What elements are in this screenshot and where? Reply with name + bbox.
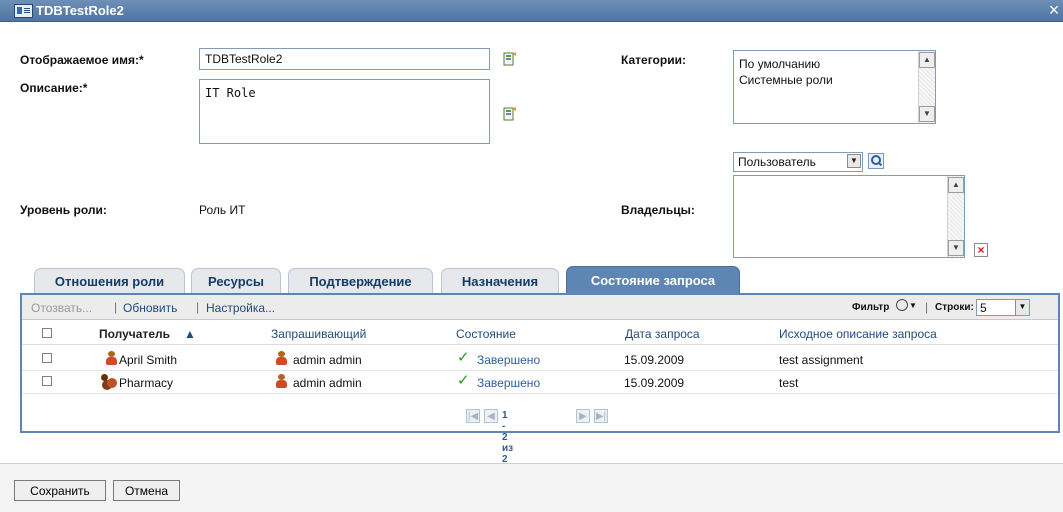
request-description: test <box>779 376 799 390</box>
category-item[interactable]: Системные роли <box>739 72 833 88</box>
tab-request-status[interactable]: Состояние запроса <box>566 266 740 293</box>
column-status[interactable]: Состояние <box>456 327 516 341</box>
request-date: 15.09.2009 <box>624 376 685 390</box>
group-icon <box>100 374 117 388</box>
requester-name: admin admin <box>293 376 362 390</box>
user-icon <box>276 351 287 365</box>
previous-page-icon[interactable]: ◀ <box>484 409 498 423</box>
role-icon <box>14 4 33 18</box>
request-date: 15.09.2009 <box>624 353 685 367</box>
status-link[interactable]: Завершено <box>477 353 540 367</box>
owner-type-select[interactable]: Пользователь ▼ <box>733 152 863 172</box>
categories-label: Категории: <box>621 53 686 67</box>
column-recipient[interactable]: Получатель <box>99 327 170 341</box>
categories-scrollbar[interactable]: ▲ ▼ <box>918 51 935 123</box>
chevron-down-icon[interactable]: ▼ <box>1015 300 1029 315</box>
localize-edit-icon[interactable] <box>503 51 517 67</box>
category-item[interactable]: По умолчанию <box>739 56 833 72</box>
tab-role-relationships[interactable]: Отношения роли <box>34 268 185 293</box>
chevron-down-icon[interactable]: ▼ <box>847 154 861 168</box>
toolbar-separator: | <box>114 300 118 314</box>
owners-list[interactable]: ▲ ▼ <box>733 175 965 258</box>
request-description: test assignment <box>779 353 864 367</box>
request-status-panel: Отозвать... | Обновить | Настройка... Фи… <box>20 293 1060 465</box>
search-icon[interactable] <box>868 153 884 169</box>
window-title: TDBTestRole2 <box>36 3 124 18</box>
filter-dropdown-icon[interactable]: ▼ <box>909 301 917 310</box>
user-icon <box>276 374 287 388</box>
role-level-label: Уровень роли: <box>20 203 107 217</box>
next-page-icon[interactable]: ▶ <box>576 409 590 423</box>
toolbar-separator: | <box>196 300 200 314</box>
first-page-icon[interactable]: |◀ <box>466 409 480 423</box>
filter-label: Фильтр <box>852 302 890 313</box>
owners-scrollbar[interactable]: ▲ ▼ <box>947 176 964 257</box>
column-original-description[interactable]: Исходное описание запроса <box>779 327 937 341</box>
settings-button[interactable]: Настройка... <box>206 301 275 315</box>
row-checkbox[interactable] <box>42 376 52 386</box>
owners-label: Владельцы: <box>621 203 695 217</box>
recipient-name: April Smith <box>119 353 178 367</box>
tab-assignments[interactable]: Назначения <box>441 268 559 293</box>
column-requester[interactable]: Запрашивающий <box>271 327 366 341</box>
description-label: Описание:* <box>20 81 88 95</box>
row-checkbox[interactable] <box>42 353 52 363</box>
table-row[interactable]: April Smith admin admin ✓ Завершено 15.0… <box>22 347 1058 371</box>
description-textarea[interactable]: IT Role <box>199 79 490 144</box>
table-row[interactable]: Pharmacy admin admin ✓ Завершено 15.09.2… <box>22 370 1058 394</box>
rows-label: Строки: <box>935 302 974 313</box>
close-icon[interactable]: × <box>1047 0 1061 20</box>
requester-name: admin admin <box>293 353 362 367</box>
checkmark-icon: ✓ <box>457 349 470 366</box>
window-titlebar: TDBTestRole2 × <box>0 0 1063 22</box>
role-level-value: Роль ИТ <box>199 203 246 217</box>
sort-asc-icon[interactable]: ▲ <box>184 327 196 341</box>
status-link[interactable]: Завершено <box>477 376 540 390</box>
user-icon <box>106 351 117 365</box>
save-button[interactable]: Сохранить <box>14 480 106 501</box>
rows-per-page-value: 5 <box>980 301 987 315</box>
grid-toolbar: Отозвать... | Обновить | Настройка... Фи… <box>22 295 1058 320</box>
column-request-date[interactable]: Дата запроса <box>625 327 700 341</box>
page-range-text: 1 - 2 из 2 <box>502 410 514 465</box>
last-page-icon[interactable]: ▶| <box>594 409 608 423</box>
scroll-up-icon[interactable]: ▲ <box>919 52 935 68</box>
scroll-down-icon[interactable]: ▼ <box>948 240 964 256</box>
revoke-button[interactable]: Отозвать... <box>31 301 92 315</box>
categories-list[interactable]: По умолчанию Системные роли ▲ ▼ <box>733 50 936 124</box>
display-name-label: Отображаемое имя:* <box>20 53 144 67</box>
tab-approval[interactable]: Подтверждение <box>288 268 433 293</box>
filter-icon[interactable] <box>896 299 908 311</box>
localize-edit-icon[interactable] <box>503 106 517 122</box>
scroll-up-icon[interactable]: ▲ <box>948 177 964 193</box>
grid-header: Получатель ▲ Запрашивающий Состояние Дат… <box>22 320 1058 345</box>
tab-resources[interactable]: Ресурсы <box>191 268 281 293</box>
scroll-down-icon[interactable]: ▼ <box>919 106 935 122</box>
toolbar-separator: | <box>925 300 929 314</box>
display-name-input[interactable]: TDBTestRole2 <box>199 48 490 70</box>
owner-type-selected: Пользователь <box>738 155 816 169</box>
remove-owner-icon[interactable]: × <box>974 243 988 257</box>
refresh-button[interactable]: Обновить <box>123 301 177 315</box>
select-all-checkbox[interactable] <box>42 328 52 338</box>
recipient-name: Pharmacy <box>119 376 174 390</box>
checkmark-icon: ✓ <box>457 372 470 389</box>
rows-per-page-select[interactable]: 5 ▼ <box>976 299 1030 316</box>
cancel-button[interactable]: Отмена <box>113 480 180 501</box>
